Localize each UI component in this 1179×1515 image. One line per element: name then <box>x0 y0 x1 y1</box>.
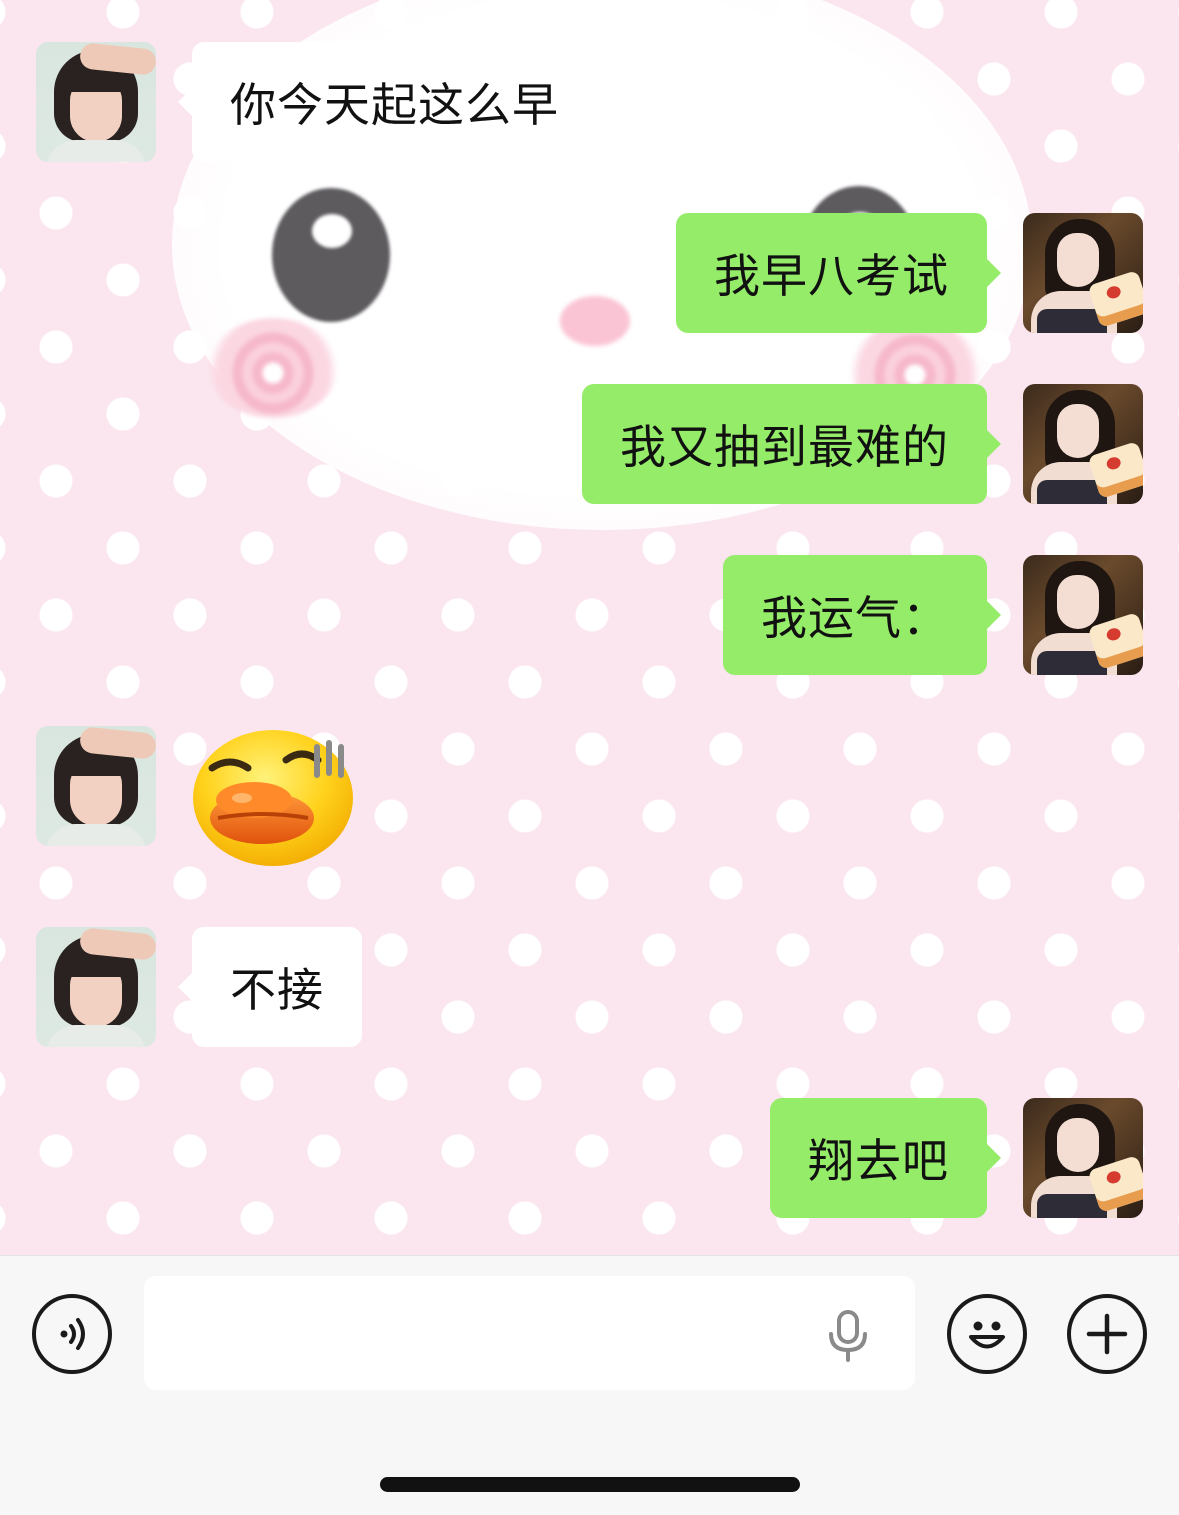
wallpaper-panda-nose <box>560 296 630 346</box>
emoji-icon <box>969 1321 1005 1349</box>
emoji-button[interactable] <box>947 1294 1027 1374</box>
friend-avatar[interactable] <box>36 42 156 162</box>
voice-icon <box>60 1318 85 1350</box>
wallpaper-panda-cheek <box>208 318 338 418</box>
mic-icon[interactable] <box>826 1310 870 1362</box>
friend-avatar[interactable] <box>36 726 156 846</box>
message-text: 翔去吧 <box>808 1134 949 1188</box>
message-text: 我又抽到最难的 <box>620 420 949 474</box>
home-indicator[interactable] <box>380 1477 800 1492</box>
message-text: 不接 <box>230 963 324 1017</box>
outgoing-message-bubble[interactable]: 我又抽到最难的 <box>582 384 1001 504</box>
my-avatar[interactable] <box>1023 555 1143 675</box>
chat-area: 你今天起这么早 我早八考试 我又抽到最难的 我运气： 不接 翔去吧 <box>0 0 1179 1255</box>
my-avatar[interactable] <box>1023 213 1143 333</box>
incoming-message-bubble[interactable]: 你今天起这么早 <box>178 42 597 162</box>
input-bar <box>0 1255 1179 1515</box>
message-text: 我早八考试 <box>714 249 949 303</box>
outgoing-message-bubble[interactable]: 翔去吧 <box>770 1098 1001 1218</box>
message-text: 我运气： <box>761 591 949 645</box>
voice-button[interactable] <box>32 1294 112 1374</box>
outgoing-message-bubble[interactable]: 我早八考试 <box>676 213 1001 333</box>
duck-face-sweat-sticker-icon[interactable] <box>190 726 360 868</box>
incoming-message-bubble[interactable]: 不接 <box>178 927 362 1047</box>
message-text: 你今天起这么早 <box>230 78 559 132</box>
my-avatar[interactable] <box>1023 1098 1143 1218</box>
outgoing-message-bubble[interactable]: 我运气： <box>723 555 1001 675</box>
message-input[interactable] <box>144 1276 915 1390</box>
plus-icon <box>1086 1313 1128 1355</box>
more-button[interactable] <box>1067 1294 1147 1374</box>
my-avatar[interactable] <box>1023 384 1143 504</box>
wallpaper-panda-eye <box>272 188 390 322</box>
friend-avatar[interactable] <box>36 927 156 1047</box>
